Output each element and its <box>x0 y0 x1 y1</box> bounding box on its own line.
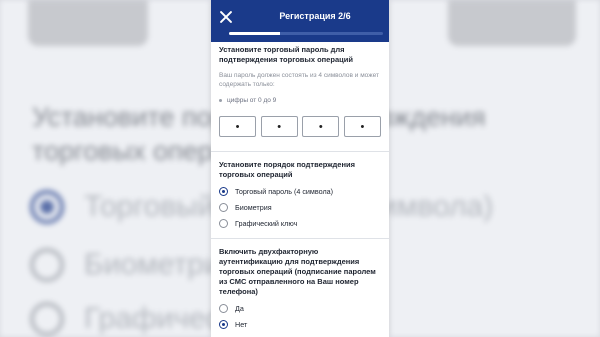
radio-icon[interactable] <box>219 203 228 212</box>
radio-icon[interactable] <box>219 304 228 313</box>
radio-option-trading-password[interactable]: Торговый пароль (4 символа) <box>219 187 381 196</box>
pin-digit-field[interactable]: • <box>302 116 340 137</box>
progress-fill <box>229 32 280 35</box>
radio-option-no[interactable]: Нет <box>219 320 381 329</box>
pin-digit-field[interactable]: • <box>343 116 381 137</box>
phone-screen: Регистрация 2/6 Установите торговый паро… <box>211 0 389 337</box>
radio-selected-icon[interactable] <box>219 187 228 196</box>
bullet-icon <box>219 99 222 102</box>
confirm-order-section: Установите порядок подтверждения торговы… <box>219 160 381 228</box>
radio-label: Биометрия <box>235 203 272 212</box>
radio-label: Графический ключ <box>235 219 298 228</box>
password-hint: Ваш пароль должен состоять из 4 символов… <box>219 72 379 88</box>
registration-form: Установите торговый пароль для подтвержд… <box>211 42 389 329</box>
registration-progress-bar <box>229 32 383 35</box>
pin-digit-field[interactable]: • <box>219 116 256 137</box>
two-factor-title: Включить двухфакторную аутентификацию дл… <box>219 247 376 296</box>
radio-icon[interactable] <box>219 219 228 228</box>
radio-option-pattern-key[interactable]: Графический ключ <box>219 219 381 228</box>
background-header-block <box>448 0 576 46</box>
background-radio-icon <box>30 302 64 336</box>
page-title: Регистрация 2/6 <box>279 11 351 21</box>
background-radio-icon <box>30 190 64 224</box>
app-header: Регистрация 2/6 <box>211 0 389 42</box>
confirm-order-title: Установите порядок подтверждения торговы… <box>219 160 355 179</box>
close-icon[interactable] <box>219 10 233 24</box>
password-rule-text: цифры от 0 до 9 <box>227 97 277 104</box>
pin-digit-field[interactable]: • <box>260 116 298 137</box>
background-header-block <box>28 0 148 46</box>
radio-label: Торговый пароль (4 символа) <box>235 187 334 196</box>
divider <box>211 238 389 239</box>
background-option: Биометрия <box>30 248 237 282</box>
radio-label: Да <box>235 304 244 313</box>
password-rule: цифры от 0 до 9 <box>219 97 381 104</box>
two-factor-section: Включить двухфакторную аутентификацию дл… <box>219 247 381 329</box>
pin-input-group: • • • • <box>219 116 381 137</box>
radio-selected-icon[interactable] <box>219 320 228 329</box>
radio-option-yes[interactable]: Да <box>219 304 381 313</box>
background-radio-icon <box>30 248 64 282</box>
password-section-title: Установите торговый пароль для подтвержд… <box>219 45 353 64</box>
divider <box>211 151 389 152</box>
radio-label: Нет <box>235 320 248 329</box>
radio-option-biometrics[interactable]: Биометрия <box>219 203 381 212</box>
